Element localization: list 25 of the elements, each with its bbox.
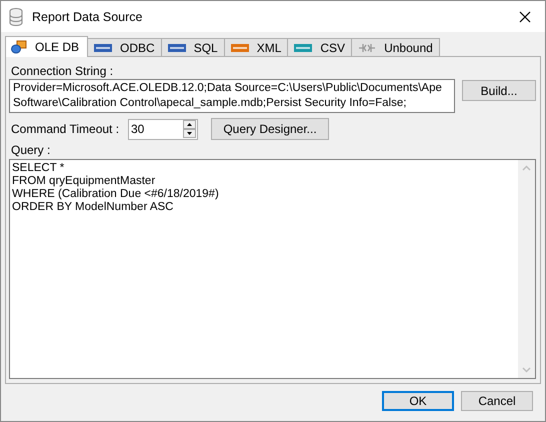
tab[interactable]: XML: [224, 38, 288, 56]
tab[interactable]: Unbound: [351, 38, 440, 56]
tab[interactable]: OLE DB: [5, 36, 88, 57]
query-line: FROM qryEquipmentMaster: [12, 175, 156, 188]
build-button[interactable]: Build...: [462, 80, 536, 101]
dialog-button[interactable]: Cancel: [461, 391, 533, 411]
tab[interactable]: CSV: [287, 38, 352, 56]
command-timeout-label: Command Timeout :: [11, 122, 120, 136]
query-field[interactable]: SELECT * FROM qryEquipmentMaster WHERE (Calibration Due <#6/18/2019#) ORDER BY ModelNumber ASC: [9, 159, 536, 379]
dialog-button[interactable]: OK: [382, 391, 454, 411]
connection-string-field[interactable]: Provider=Microsoft.ACE.OLEDB.12.0;Data Source=C:\Users\Public\Documents\Ape Software\Calibration Control\apecal_sample.mdb;Persist Security Info=False;: [9, 79, 455, 113]
window-title: Report Data Source: [32, 10, 144, 24]
query-line: ORDER BY ModelNumber ASC: [12, 201, 174, 214]
tab[interactable]: SQL: [160, 38, 225, 56]
query-line: WHERE (Calibration Due <#6/18/2019#): [12, 188, 220, 201]
timeout-spinner[interactable]: 30: [128, 118, 198, 140]
connection-string-label: Connection String :: [11, 64, 114, 78]
query-label: Query :: [11, 143, 52, 157]
query-line: SELECT *: [12, 162, 66, 175]
database-icon: [11, 40, 27, 54]
link-icon: [358, 42, 376, 52]
query-designer-button[interactable]: Query Designer...: [211, 118, 329, 140]
tab[interactable]: ODBC: [87, 38, 162, 56]
close-icon[interactable]: [519, 10, 531, 22]
database-icon: [9, 8, 23, 26]
